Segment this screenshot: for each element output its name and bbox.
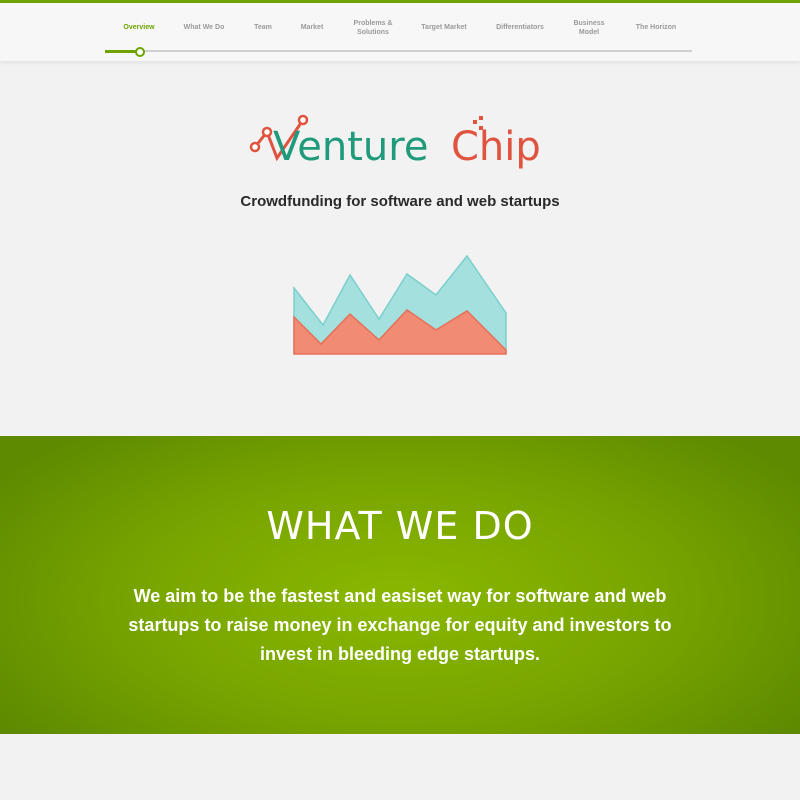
nav-item-market[interactable]: Market xyxy=(275,23,349,32)
nav-item-differentiators[interactable]: Differentiators xyxy=(483,23,557,32)
next-section-start xyxy=(0,734,800,800)
nav-item-problems-solutions[interactable]: Problems & Solutions xyxy=(343,19,403,37)
progress-track xyxy=(105,50,692,52)
logo-text-venture: Venture xyxy=(273,124,428,170)
nav-item-overview[interactable]: Overview xyxy=(102,23,176,32)
nav-item-the-horizon[interactable]: The Horizon xyxy=(619,23,693,32)
top-navigation: Overview What We Do Team Market Problems… xyxy=(0,3,800,62)
hero-tagline: Crowdfunding for software and web startu… xyxy=(240,193,560,210)
progress-handle[interactable] xyxy=(135,47,145,57)
section-description: We aim to be the fastest and easiset way… xyxy=(128,586,672,664)
nav-item-business-model[interactable]: Business Model xyxy=(567,19,611,37)
nav-item-target-market[interactable]: Target Market xyxy=(407,23,481,32)
section-title: WHAT WE DO xyxy=(266,504,534,548)
what-we-do-section: WHAT WE DO We aim to be the fastest and … xyxy=(0,436,800,734)
hero-area-chart-illustration xyxy=(293,254,507,355)
venturechip-logo: Venture Chip xyxy=(249,114,541,170)
logo-text-chip: Chip xyxy=(451,124,541,170)
